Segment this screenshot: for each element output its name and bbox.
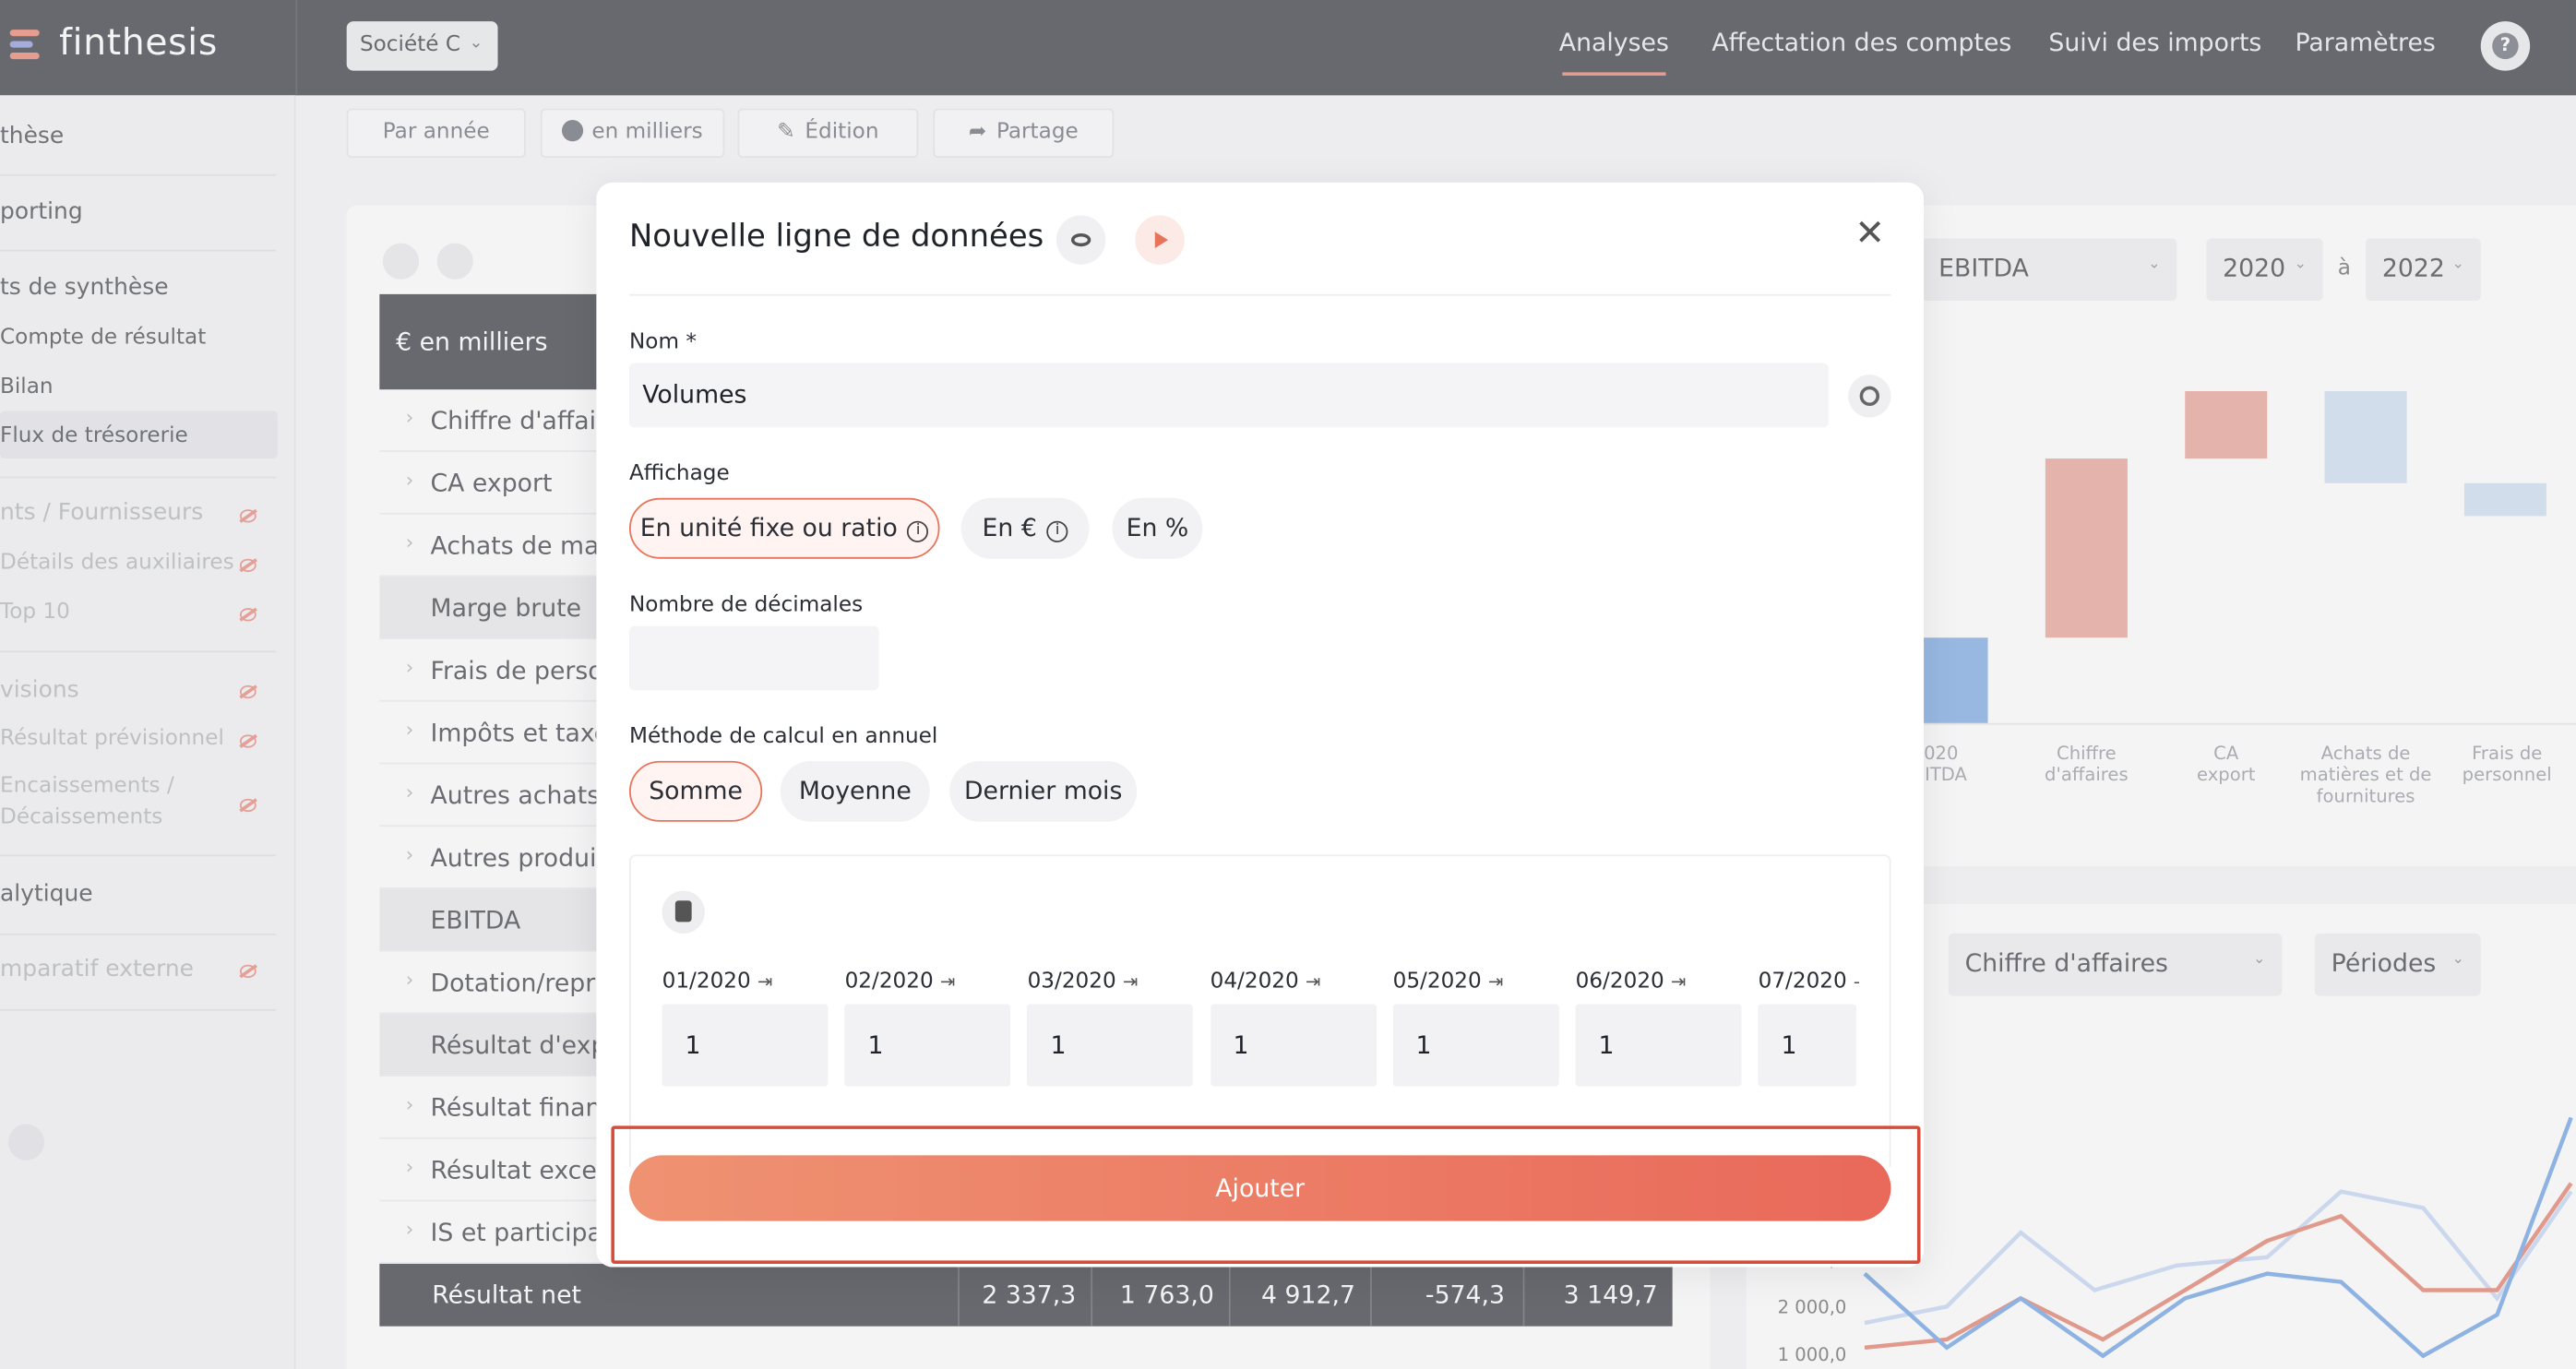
eye-shape [1070, 232, 1091, 247]
month-label-text: 04/2020 [1210, 970, 1299, 994]
method-label: Méthode de calcul en annuel [628, 724, 938, 750]
fill-right-icon[interactable]: ⇥ [1671, 971, 1686, 993]
month-value-field[interactable]: 1 [1575, 1004, 1742, 1087]
month-label-text: 03/2020 [1027, 970, 1116, 994]
method-option-label: Somme [649, 775, 743, 805]
month-value-field[interactable]: 1 [1392, 1004, 1559, 1087]
highlight-frame [611, 1125, 1921, 1264]
month-label-text: 02/2020 [844, 970, 934, 994]
display-option-label: En € [982, 512, 1037, 542]
fill-right-icon[interactable]: ⇥ [1306, 971, 1320, 993]
close-icon[interactable]: ✕ [1854, 214, 1885, 255]
clipboard-icon[interactable] [662, 890, 705, 934]
month-label: 03/2020 ⇥ [1028, 970, 1139, 994]
method-option-label: Dernier mois [963, 775, 1123, 805]
info-icon: i [907, 520, 929, 542]
month-label: 01/2020 ⇥ [662, 970, 773, 994]
display-option-percent[interactable]: En % [1112, 497, 1203, 559]
fill-right-icon[interactable]: - [1854, 971, 1860, 993]
translate-globe-icon[interactable] [1848, 375, 1891, 418]
display-option-fixed-unit[interactable]: En unité fixe ou ratio i [628, 497, 940, 559]
info-icon: i [1046, 520, 1068, 542]
display-option-euro[interactable]: En € i [960, 497, 1090, 559]
month-label-text: 05/2020 [1392, 970, 1482, 994]
globe-shape [1859, 386, 1880, 407]
display-label: Affichage [628, 461, 730, 487]
method-option-label: Moyenne [798, 775, 912, 805]
month-label-text: 06/2020 [1575, 970, 1664, 994]
name-field[interactable]: Volumes [628, 363, 1829, 428]
decimals-field[interactable] [628, 625, 879, 691]
month-label: 05/2020 ⇥ [1393, 970, 1504, 994]
name-label: Nom * [628, 330, 697, 355]
month-label: 04/2020 ⇥ [1210, 970, 1321, 994]
fill-right-icon[interactable]: ⇥ [940, 971, 955, 993]
month-value-field[interactable]: 1 [1027, 1004, 1194, 1087]
month-value-field[interactable]: 1 [1210, 1004, 1377, 1087]
month-label: 07/2020- [1759, 970, 1860, 994]
display-option-label: En % [1126, 512, 1189, 542]
app-root: finthesis Société C ⌄ Analyses Affectati… [0, 0, 2576, 1369]
decimals-label: Nombre de décimales [628, 593, 864, 618]
modal-title: Nouvelle ligne de données [628, 218, 1044, 256]
new-data-line-modal: Nouvelle ligne de données ✕ Nom * Volume… [596, 182, 1925, 1268]
month-value-field[interactable]: 1 [662, 1004, 829, 1087]
method-option-moyenne[interactable]: Moyenne [780, 760, 930, 822]
month-label-text: 01/2020 [662, 970, 751, 994]
month-label: 02/2020 ⇥ [845, 970, 956, 994]
method-option-dernier-mois[interactable]: Dernier mois [949, 760, 1138, 822]
display-option-label: En unité fixe ou ratio [639, 512, 898, 542]
preview-eye-icon[interactable] [1055, 215, 1106, 265]
month-value-field[interactable]: 1 [844, 1004, 1011, 1087]
fill-right-icon[interactable]: ⇥ [757, 971, 772, 993]
method-option-somme[interactable]: Somme [628, 760, 763, 822]
month-label-text: 07/2020 [1758, 970, 1847, 994]
play-icon[interactable] [1135, 215, 1185, 265]
month-label: 06/2020 ⇥ [1576, 970, 1687, 994]
divider [628, 293, 1891, 296]
fill-right-icon[interactable]: ⇥ [1488, 971, 1503, 993]
clipboard-shape [674, 900, 692, 923]
play-triangle [1154, 232, 1169, 249]
month-value-field[interactable]: 1 [1758, 1004, 1857, 1087]
fill-right-icon[interactable]: ⇥ [1123, 971, 1138, 993]
